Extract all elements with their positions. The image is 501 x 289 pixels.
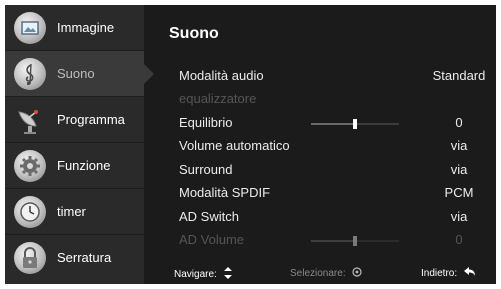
music-note-icon <box>14 58 46 90</box>
setting-row-equilibrio[interactable]: Equilibrio 0 <box>179 113 479 135</box>
setting-label: Modalità SPDIF <box>179 185 271 200</box>
setting-value: via <box>450 209 468 224</box>
setting-value: 0 <box>455 232 463 247</box>
navigate-hint-label: Navigare: <box>174 269 217 281</box>
settings-panel: Suono Modalità audio Standard equalizzat… <box>144 5 496 284</box>
sidebar-item-funzione[interactable]: Funzione <box>5 143 144 189</box>
setting-row-modalita-audio[interactable]: Modalità audio Standard <box>179 66 485 88</box>
setting-value: Standard <box>432 68 486 83</box>
setting-row-ad-switch[interactable]: AD Switch via <box>179 207 479 229</box>
select-hint: Selezionare: <box>290 267 362 280</box>
sidebar-item-label: Suono <box>57 66 95 81</box>
gear-icon <box>14 150 46 182</box>
setting-label: AD Volume <box>179 232 245 247</box>
balance-slider[interactable] <box>311 119 399 129</box>
slider-fill <box>311 123 355 125</box>
setting-value: 0 <box>455 115 463 130</box>
page-title: Suono <box>169 25 219 42</box>
slider-handle <box>353 236 357 246</box>
setting-value: via <box>450 162 468 177</box>
sidebar-item-serratura[interactable]: Serratura <box>5 235 144 281</box>
setting-row-surround[interactable]: Surround via <box>179 160 479 182</box>
sidebar-item-label: Serratura <box>57 250 112 265</box>
picture-icon <box>14 12 46 44</box>
select-hint-label: Selezionare: <box>290 268 346 280</box>
setting-label: equalizzatore <box>179 91 257 106</box>
clock-icon <box>14 196 46 228</box>
satellite-dish-icon <box>14 104 46 136</box>
sidebar-item-label: timer <box>57 204 86 219</box>
setting-label: Volume automatico <box>179 138 290 153</box>
key-hints-bar: Navigare: Selezionare: Indietro: <box>144 264 496 284</box>
setting-label: Equilibrio <box>179 115 233 130</box>
sidebar-item-suono[interactable]: Suono <box>5 51 154 97</box>
back-hint: Indietro: <box>421 267 476 280</box>
back-hint-label: Indietro: <box>421 268 458 280</box>
up-down-arrows-icon <box>223 267 232 282</box>
slider-fill <box>311 240 355 242</box>
setting-label: Modalità audio <box>179 68 264 83</box>
sidebar-item-programma[interactable]: Programma <box>5 97 144 143</box>
setting-value: via <box>450 138 468 153</box>
sidebar-item-label: Immagine <box>57 20 115 35</box>
back-arrow-icon <box>463 267 476 280</box>
ad-volume-slider <box>311 236 399 246</box>
setting-row-modalita-spdif[interactable]: Modalità SPDIF PCM <box>179 183 479 205</box>
setting-value: PCM <box>444 185 474 200</box>
setting-row-volume-automatico[interactable]: Volume automatico via <box>179 136 479 158</box>
sidebar-menu: Immagine Suono Programma Funzione timer <box>5 5 154 284</box>
setting-label: AD Switch <box>179 209 239 224</box>
setting-row-ad-volume: AD Volume 0 <box>179 230 479 252</box>
slider-handle[interactable] <box>353 119 357 129</box>
lock-icon <box>14 242 46 274</box>
sidebar-item-timer[interactable]: timer <box>5 189 144 235</box>
sidebar-item-label: Funzione <box>57 158 111 173</box>
navigate-hint: Navigare: <box>174 267 232 282</box>
tv-settings-screen: Immagine Suono Programma Funzione timer <box>5 5 496 284</box>
setting-label: Surround <box>179 162 233 177</box>
sidebar-item-label: Programma <box>57 112 125 127</box>
sidebar-item-immagine[interactable]: Immagine <box>5 5 144 51</box>
setting-row-equalizzatore: equalizzatore <box>179 89 479 111</box>
ok-button-icon <box>352 267 362 280</box>
